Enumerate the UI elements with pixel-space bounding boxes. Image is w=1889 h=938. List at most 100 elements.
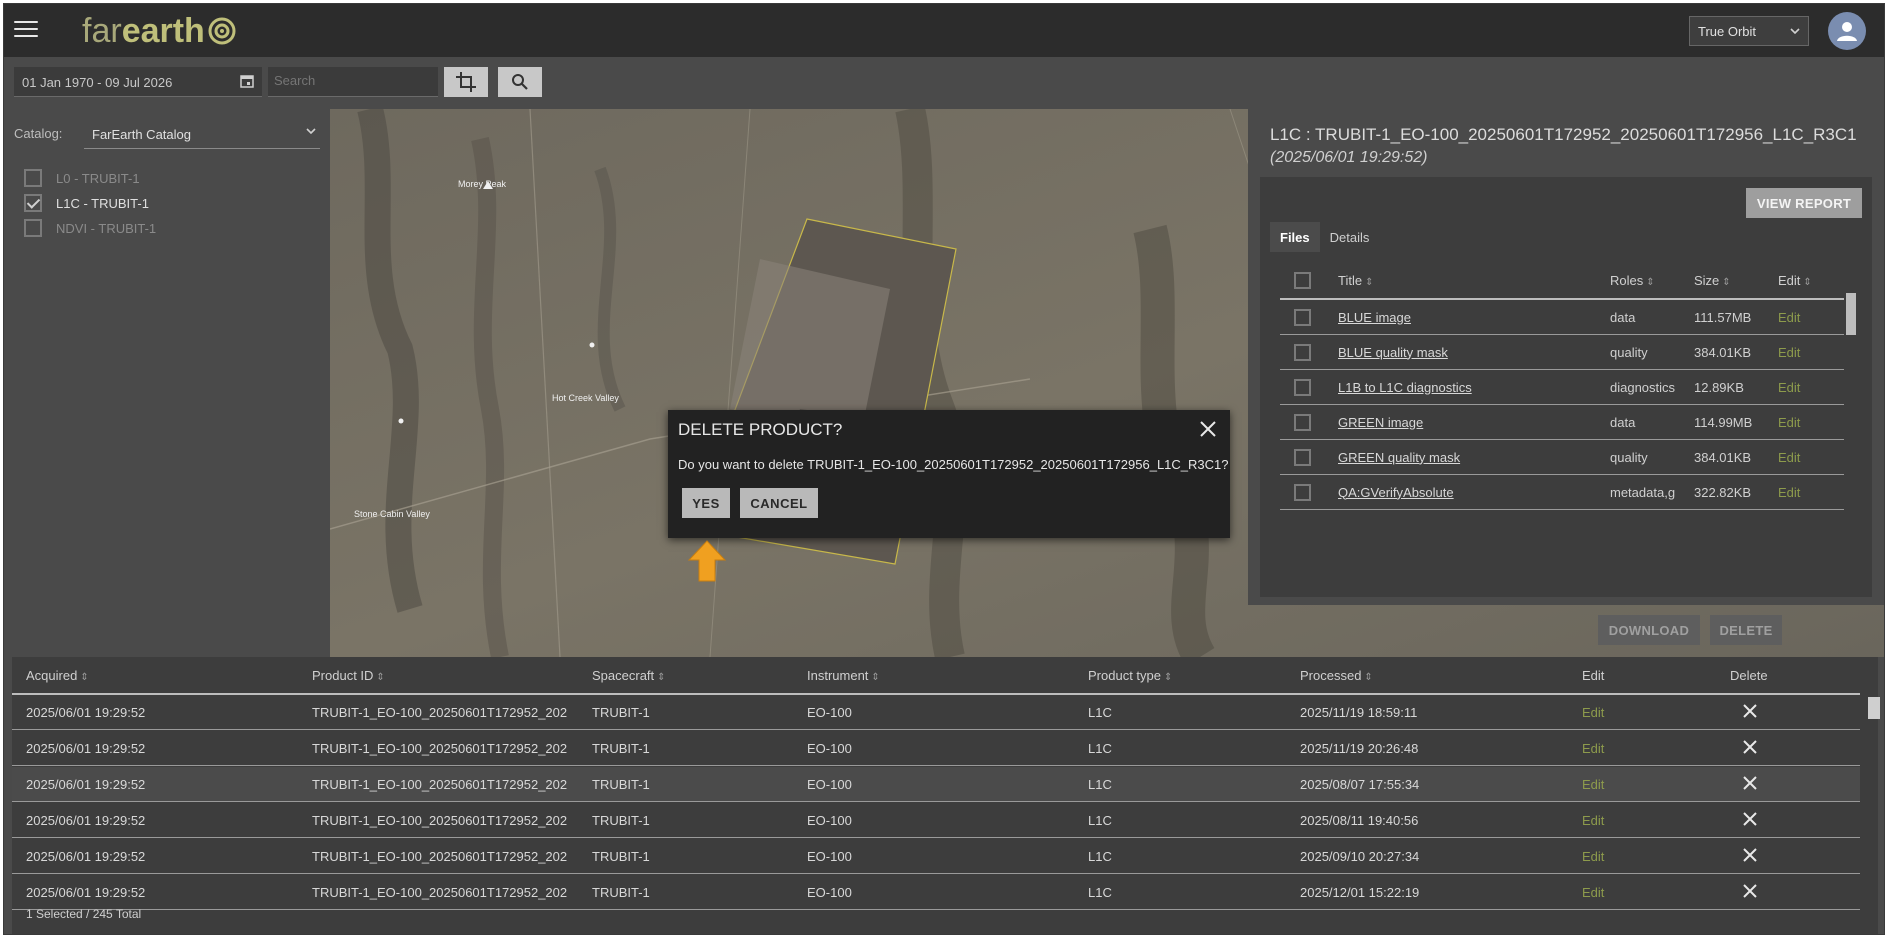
column-roles[interactable]: Roles ⇕ <box>1610 273 1694 288</box>
column-edit[interactable]: Edit ⇕ <box>1778 273 1838 288</box>
file-edit-link[interactable]: Edit <box>1778 310 1838 325</box>
layer-checkbox[interactable] <box>24 219 42 237</box>
column-size[interactable]: Size ⇕ <box>1694 273 1778 288</box>
catalog-select[interactable]: FarEarth Catalog <box>84 119 320 149</box>
column-product-id[interactable]: Product ID ⇕ <box>312 668 582 683</box>
file-edit-link[interactable]: Edit <box>1778 345 1838 360</box>
table-row[interactable]: 2025/06/01 19:29:52 TRUBIT-1_EO-100_20250… <box>12 767 1860 802</box>
crop-icon <box>456 72 476 92</box>
products-scrollbar[interactable] <box>1868 697 1880 719</box>
file-row[interactable]: BLUE image data 111.57MB Edit <box>1280 300 1844 335</box>
column-product-type[interactable]: Product type ⇕ <box>1088 668 1172 683</box>
file-row[interactable]: GREEN image data 114.99MB Edit <box>1280 405 1844 440</box>
column-spacecraft[interactable]: Spacecraft ⇕ <box>592 668 666 683</box>
row-edit-link[interactable]: Edit <box>1582 741 1604 756</box>
tab-details[interactable]: Details <box>1320 222 1380 252</box>
select-all-checkbox[interactable] <box>1294 271 1311 289</box>
file-title-link[interactable]: GREEN image <box>1338 415 1423 430</box>
file-size: 111.57MB <box>1694 309 1752 325</box>
file-checkbox[interactable] <box>1294 378 1311 396</box>
logo-swirl-icon <box>208 17 236 45</box>
cell-processed: 2025/11/19 18:59:11 <box>1300 704 1418 720</box>
cell-spacecraft: TRUBIT-1 <box>592 776 650 792</box>
file-edit-link[interactable]: Edit <box>1778 485 1838 500</box>
app-window: far earth True Orbit 01 Jan 1970 - 09 Jul… <box>3 3 1885 935</box>
table-row[interactable]: 2025/06/01 19:29:52 TRUBIT-1_EO-100_20250… <box>12 731 1860 766</box>
download-button[interactable]: DOWNLOAD <box>1598 615 1700 645</box>
layer-checkbox[interactable] <box>24 169 42 187</box>
file-edit-link[interactable]: Edit <box>1778 450 1838 465</box>
file-checkbox[interactable] <box>1294 413 1311 431</box>
cell-product-type: L1C <box>1088 848 1112 864</box>
file-row[interactable]: GREEN quality mask quality 384.01KB Edit <box>1280 440 1844 475</box>
file-edit-link[interactable]: Edit <box>1778 380 1838 395</box>
file-row[interactable]: QA:GVerifyAbsolute metadata,g 322.82KB Edit <box>1280 475 1844 510</box>
table-row[interactable]: 2025/06/01 19:29:52 TRUBIT-1_EO-100_20250… <box>12 839 1860 874</box>
file-title-link[interactable]: QA:GVerifyAbsolute <box>1338 485 1454 500</box>
delete-button[interactable]: DELETE <box>1710 615 1782 645</box>
product-tabs: Files Details <box>1270 222 1379 252</box>
cell-processed: 2025/12/01 15:22:19 <box>1300 884 1420 900</box>
cell-processed: 2025/11/19 20:26:48 <box>1300 740 1419 756</box>
column-title[interactable]: Title ⇕ <box>1338 273 1610 288</box>
product-acquired-date: (2025/06/01 19:29:52) <box>1270 149 1428 166</box>
calendar-icon[interactable] <box>240 74 254 88</box>
layer-item-l1c[interactable]: L1C - TRUBIT-1 <box>24 193 149 213</box>
products-table-panel: Acquired ⇕ Product ID ⇕ Spacecraft ⇕ Instru… <box>4 657 1884 934</box>
file-checkbox[interactable] <box>1294 448 1311 466</box>
row-edit-link[interactable]: Edit <box>1582 813 1604 828</box>
cell-processed: 2025/08/11 19:40:56 <box>1300 812 1419 828</box>
yes-button[interactable]: YES <box>682 488 730 518</box>
file-checkbox[interactable] <box>1294 308 1311 326</box>
user-avatar[interactable] <box>1828 12 1866 50</box>
column-instrument[interactable]: Instrument ⇕ <box>807 668 880 683</box>
cell-spacecraft: TRUBIT-1 <box>592 812 650 828</box>
column-acquired[interactable]: Acquired ⇕ <box>26 668 89 683</box>
crop-area-button[interactable] <box>444 67 488 97</box>
table-row[interactable]: 2025/06/01 19:29:52 TRUBIT-1_EO-100_20250… <box>12 803 1860 838</box>
row-edit-link[interactable]: Edit <box>1582 849 1604 864</box>
orbit-select[interactable]: True Orbit <box>1689 16 1809 46</box>
table-row[interactable]: 2025/06/01 19:29:52 TRUBIT-1_EO-100_20250… <box>12 695 1860 730</box>
row-edit-link[interactable]: Edit <box>1582 885 1604 900</box>
close-icon[interactable] <box>1198 419 1218 439</box>
product-title: L1C : TRUBIT-1_EO-100_20250601T172952_20… <box>1270 125 1857 144</box>
cancel-button[interactable]: CANCEL <box>740 488 818 518</box>
file-roles: diagnostics <box>1610 379 1676 395</box>
delete-x-icon[interactable] <box>1742 847 1758 863</box>
delete-x-icon[interactable] <box>1742 883 1758 899</box>
layer-item-ndvi[interactable]: NDVI - TRUBIT-1 <box>24 218 156 238</box>
file-title-link[interactable]: BLUE image <box>1338 310 1411 325</box>
cell-processed: 2025/09/10 20:27:34 <box>1300 848 1420 864</box>
row-edit-link[interactable]: Edit <box>1582 705 1604 720</box>
file-title-link[interactable]: GREEN quality mask <box>1338 450 1460 465</box>
delete-x-icon[interactable] <box>1742 811 1758 827</box>
file-roles: quality <box>1610 344 1648 360</box>
delete-x-icon[interactable] <box>1742 739 1758 755</box>
layer-checkbox[interactable] <box>24 194 42 212</box>
row-edit-link[interactable]: Edit <box>1582 777 1604 792</box>
search-field[interactable] <box>268 67 438 97</box>
delete-x-icon[interactable] <box>1742 775 1758 791</box>
file-row[interactable]: L1B to L1C diagnostics diagnostics 12.89KB… <box>1280 370 1844 405</box>
table-row[interactable]: 2025/06/01 19:29:52 TRUBIT-1_EO-100_20250… <box>12 875 1860 910</box>
file-checkbox[interactable] <box>1294 343 1311 361</box>
file-title-link[interactable]: BLUE quality mask <box>1338 345 1448 360</box>
file-title-link[interactable]: L1B to L1C diagnostics <box>1338 380 1472 395</box>
search-button[interactable] <box>498 67 542 97</box>
file-row[interactable]: BLUE quality mask quality 384.01KB Edit <box>1280 335 1844 370</box>
search-input[interactable] <box>274 73 432 88</box>
file-checkbox[interactable] <box>1294 483 1311 501</box>
delete-x-icon[interactable] <box>1742 703 1758 719</box>
date-range-field[interactable]: 01 Jan 1970 - 09 Jul 2026 <box>14 67 262 97</box>
layer-item-l0[interactable]: L0 - TRUBIT-1 <box>24 168 140 188</box>
files-scrollbar[interactable] <box>1846 293 1856 335</box>
tab-files[interactable]: Files <box>1270 222 1320 252</box>
cell-spacecraft: TRUBIT-1 <box>592 740 650 756</box>
menu-icon[interactable] <box>14 21 38 39</box>
column-processed[interactable]: Processed ⇕ <box>1300 668 1373 683</box>
chevron-down-icon <box>306 128 316 134</box>
cell-processed: 2025/08/07 17:55:34 <box>1300 776 1420 792</box>
file-edit-link[interactable]: Edit <box>1778 415 1838 430</box>
view-report-button[interactable]: VIEW REPORT <box>1746 188 1862 218</box>
